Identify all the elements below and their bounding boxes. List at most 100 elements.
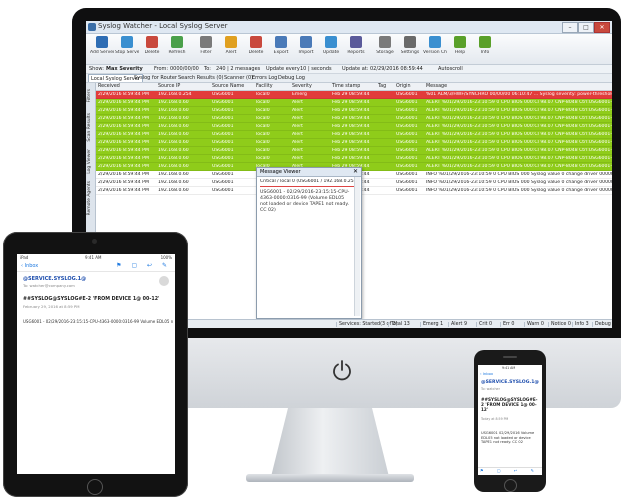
toolbar-button-label: Reports <box>347 50 365 55</box>
cell-time: Feb 29 08:59:44 <box>332 148 370 153</box>
toolbar-button-delete[interactable]: Delete <box>140 36 164 62</box>
table-row[interactable]: 2/29/2016 8:59:44 PM 192.168.0.60 USG6001 l… <box>96 155 612 163</box>
status-item: Alert 9 <box>448 322 467 327</box>
cell-received: 2/29/2016 8:59:44 PM <box>98 140 149 145</box>
minimize-button[interactable]: – <box>562 22 578 33</box>
message-viewer-title: Message Viewer <box>260 169 301 175</box>
status-item: Notice 0 <box>548 322 571 327</box>
toolbar-button-filter[interactable]: Filter <box>194 36 218 62</box>
iphone-mail-toolbar[interactable]: ⚑ ▢ ↩ ✎ <box>478 467 542 475</box>
ipad-mail-actions[interactable]: ⚑ ▢ ↩ ✎ <box>116 262 171 269</box>
info-icon <box>479 36 491 48</box>
table-row[interactable]: 2/29/2016 8:59:44 PM 192.168.0.60 USG6001 l… <box>96 99 612 107</box>
toolbar-button-stop-server[interactable]: Stop Server <box>115 36 139 62</box>
cell-message: %01 ALM/3/HWF/SYNCHRO 00/00/00 06:10:47 … <box>426 92 612 97</box>
side-tab-filters[interactable]: Filters <box>87 89 94 103</box>
cell-severity: Alert <box>292 100 303 105</box>
toolbar-button-storage[interactable]: Storage <box>373 36 397 62</box>
toolbar-button-info[interactable]: Info <box>473 36 497 62</box>
iphone-mail-sender[interactable]: @SERVICE.SYSLOG.1@ <box>481 380 541 385</box>
tab-search-results[interactable]: Search Results (0) <box>176 74 226 82</box>
cell-ip: 192.168.0.60 <box>158 172 189 177</box>
cell-received: 2/29/2016 8:59:44 PM <box>98 164 149 169</box>
cell-name: USG6001 <box>212 164 234 169</box>
col-severity[interactable]: Severity <box>292 84 312 89</box>
side-tab-remote-agents[interactable]: Remote Agents <box>87 181 94 215</box>
tab-debug-log[interactable]: Debug Log <box>276 74 307 82</box>
severity-filter-select[interactable]: Max Severity <box>106 66 143 72</box>
side-tab-log-viewer[interactable]: Log Viewer <box>87 149 94 174</box>
message-viewer-close-icon[interactable]: ✕ <box>353 168 358 175</box>
close-button[interactable]: ✕ <box>594 22 610 33</box>
col-time-stamp[interactable]: Time stamp <box>332 84 360 89</box>
cell-origin: USG6001 <box>396 172 418 177</box>
cell-severity: Alert <box>292 156 303 161</box>
table-row[interactable]: 2/29/2016 8:59:44 PM 192.168.0.60 USG6001 l… <box>96 139 612 147</box>
iphone-home-button[interactable] <box>504 479 517 492</box>
table-row[interactable]: 2/29/2016 8:59:44 PM 192.168.0.60 USG6001 l… <box>96 123 612 131</box>
col-facility[interactable]: Facility <box>256 84 273 89</box>
toolbar-button-settings[interactable]: Settings <box>398 36 422 62</box>
toolbar-button-reports[interactable]: Reports <box>344 36 368 62</box>
cell-name: USG6001 <box>212 100 234 105</box>
version-icon <box>429 36 441 48</box>
cell-ip: 192.168.0.60 <box>158 188 189 193</box>
toolbar-button-version-check[interactable]: Version Check <box>423 36 447 62</box>
toolbar-button-import[interactable]: Import <box>294 36 318 62</box>
col-tag[interactable]: Tag <box>378 84 386 89</box>
table-row[interactable]: 2/29/2016 8:59:44 PM 192.168.0.60 USG6001 l… <box>96 147 612 155</box>
toolbar-button-update[interactable]: Update <box>319 36 343 62</box>
col-message[interactable]: Message <box>426 84 447 89</box>
ipad-home-button[interactable] <box>87 479 103 495</box>
table-row[interactable]: 2/29/2016 8:59:44 PM 192.168.0.254 USG6001… <box>96 91 612 99</box>
table-row[interactable]: 2/29/2016 8:59:44 PM 192.168.0.60 USG6001 l… <box>96 131 612 139</box>
iphone-back-button[interactable]: ‹ Inbox <box>480 371 493 376</box>
ipad-mail-subject: ##SYSLOG@SYSLOG#E-2 'FROM DEVICE 1@ 00-1… <box>23 297 160 302</box>
ipad-camera <box>92 239 97 244</box>
toolbar-button-add-server[interactable]: Add Server <box>90 36 114 62</box>
cell-ip: 192.168.0.60 <box>158 124 189 129</box>
from-field[interactable]: 0000/00/00 <box>170 66 199 72</box>
col-source-ip[interactable]: Source IP <box>158 84 180 89</box>
tab-syslog-for-router[interactable]: Syslog for Router <box>132 74 179 82</box>
show-label: Show: <box>89 66 104 72</box>
update-interval-field[interactable]: 10 | seconds <box>300 66 332 72</box>
col-source-name[interactable]: Source Name <box>212 84 244 89</box>
side-tab-scan-results[interactable]: Scan Results <box>87 113 94 142</box>
maximize-button[interactable]: □ <box>578 22 594 33</box>
col-received[interactable]: Received <box>98 84 120 89</box>
ipad-status-bar: iPad 9:41 AM 100% <box>17 254 175 260</box>
cell-ip: 192.168.0.60 <box>158 156 189 161</box>
toolbar-button-help[interactable]: Help <box>448 36 472 62</box>
status-item: Crit 0 <box>476 322 492 327</box>
toolbar-button-refresh[interactable]: Refresh <box>165 36 189 62</box>
status-item: Debug 0 <box>592 322 612 327</box>
iphone-mail-recipient: To: watcher <box>481 387 500 391</box>
from-label: From: <box>154 66 169 72</box>
server-tabs: Local Syslog Server Syslog for Router Se… <box>86 74 612 83</box>
tab-errors-log[interactable]: Errors Log <box>250 74 279 82</box>
status-item: Err 0 <box>500 322 514 327</box>
toolbar-button-export[interactable]: Export <box>269 36 293 62</box>
toolbar-button-alert[interactable]: Alert <box>219 36 243 62</box>
ipad-mail-sender[interactable]: @SERVICE.SYSLOG.1@ <box>23 276 86 282</box>
col-origin[interactable]: Origin <box>396 84 411 89</box>
cell-message: ALERT %01/29/2016-23:10:59 0 CPU BIOS 00… <box>426 124 612 129</box>
cell-message: ALERT %01/29/2016-23:10:59 0 CPU BIOS 00… <box>426 100 612 105</box>
message-viewer-scrollbar[interactable] <box>354 177 360 316</box>
toolbar-button-label: Alert <box>225 50 237 55</box>
status-item: Total 13 <box>388 322 410 327</box>
cell-name: USG6001 <box>212 188 234 193</box>
table-row[interactable]: 2/29/2016 8:59:44 PM 192.168.0.60 USG6001 l… <box>96 107 612 115</box>
power-icon <box>333 360 351 381</box>
toolbar-button-delete[interactable]: Delete <box>244 36 268 62</box>
cell-severity: Emerg <box>292 92 307 97</box>
table-row[interactable]: 2/29/2016 8:59:44 PM 192.168.0.60 USG6001 l… <box>96 115 612 123</box>
toolbar-button-label: Update <box>322 50 340 55</box>
message-count: 240 | 2 messages <box>216 66 261 72</box>
autoscroll-checkbox[interactable]: Autoscroll <box>438 66 463 72</box>
iphone-speaker <box>503 356 517 358</box>
window-title: Syslog Watcher - Local Syslog Server <box>98 22 228 30</box>
ipad-back-button[interactable]: ‹ Inbox <box>21 263 38 269</box>
cell-severity: Alert <box>292 132 303 137</box>
